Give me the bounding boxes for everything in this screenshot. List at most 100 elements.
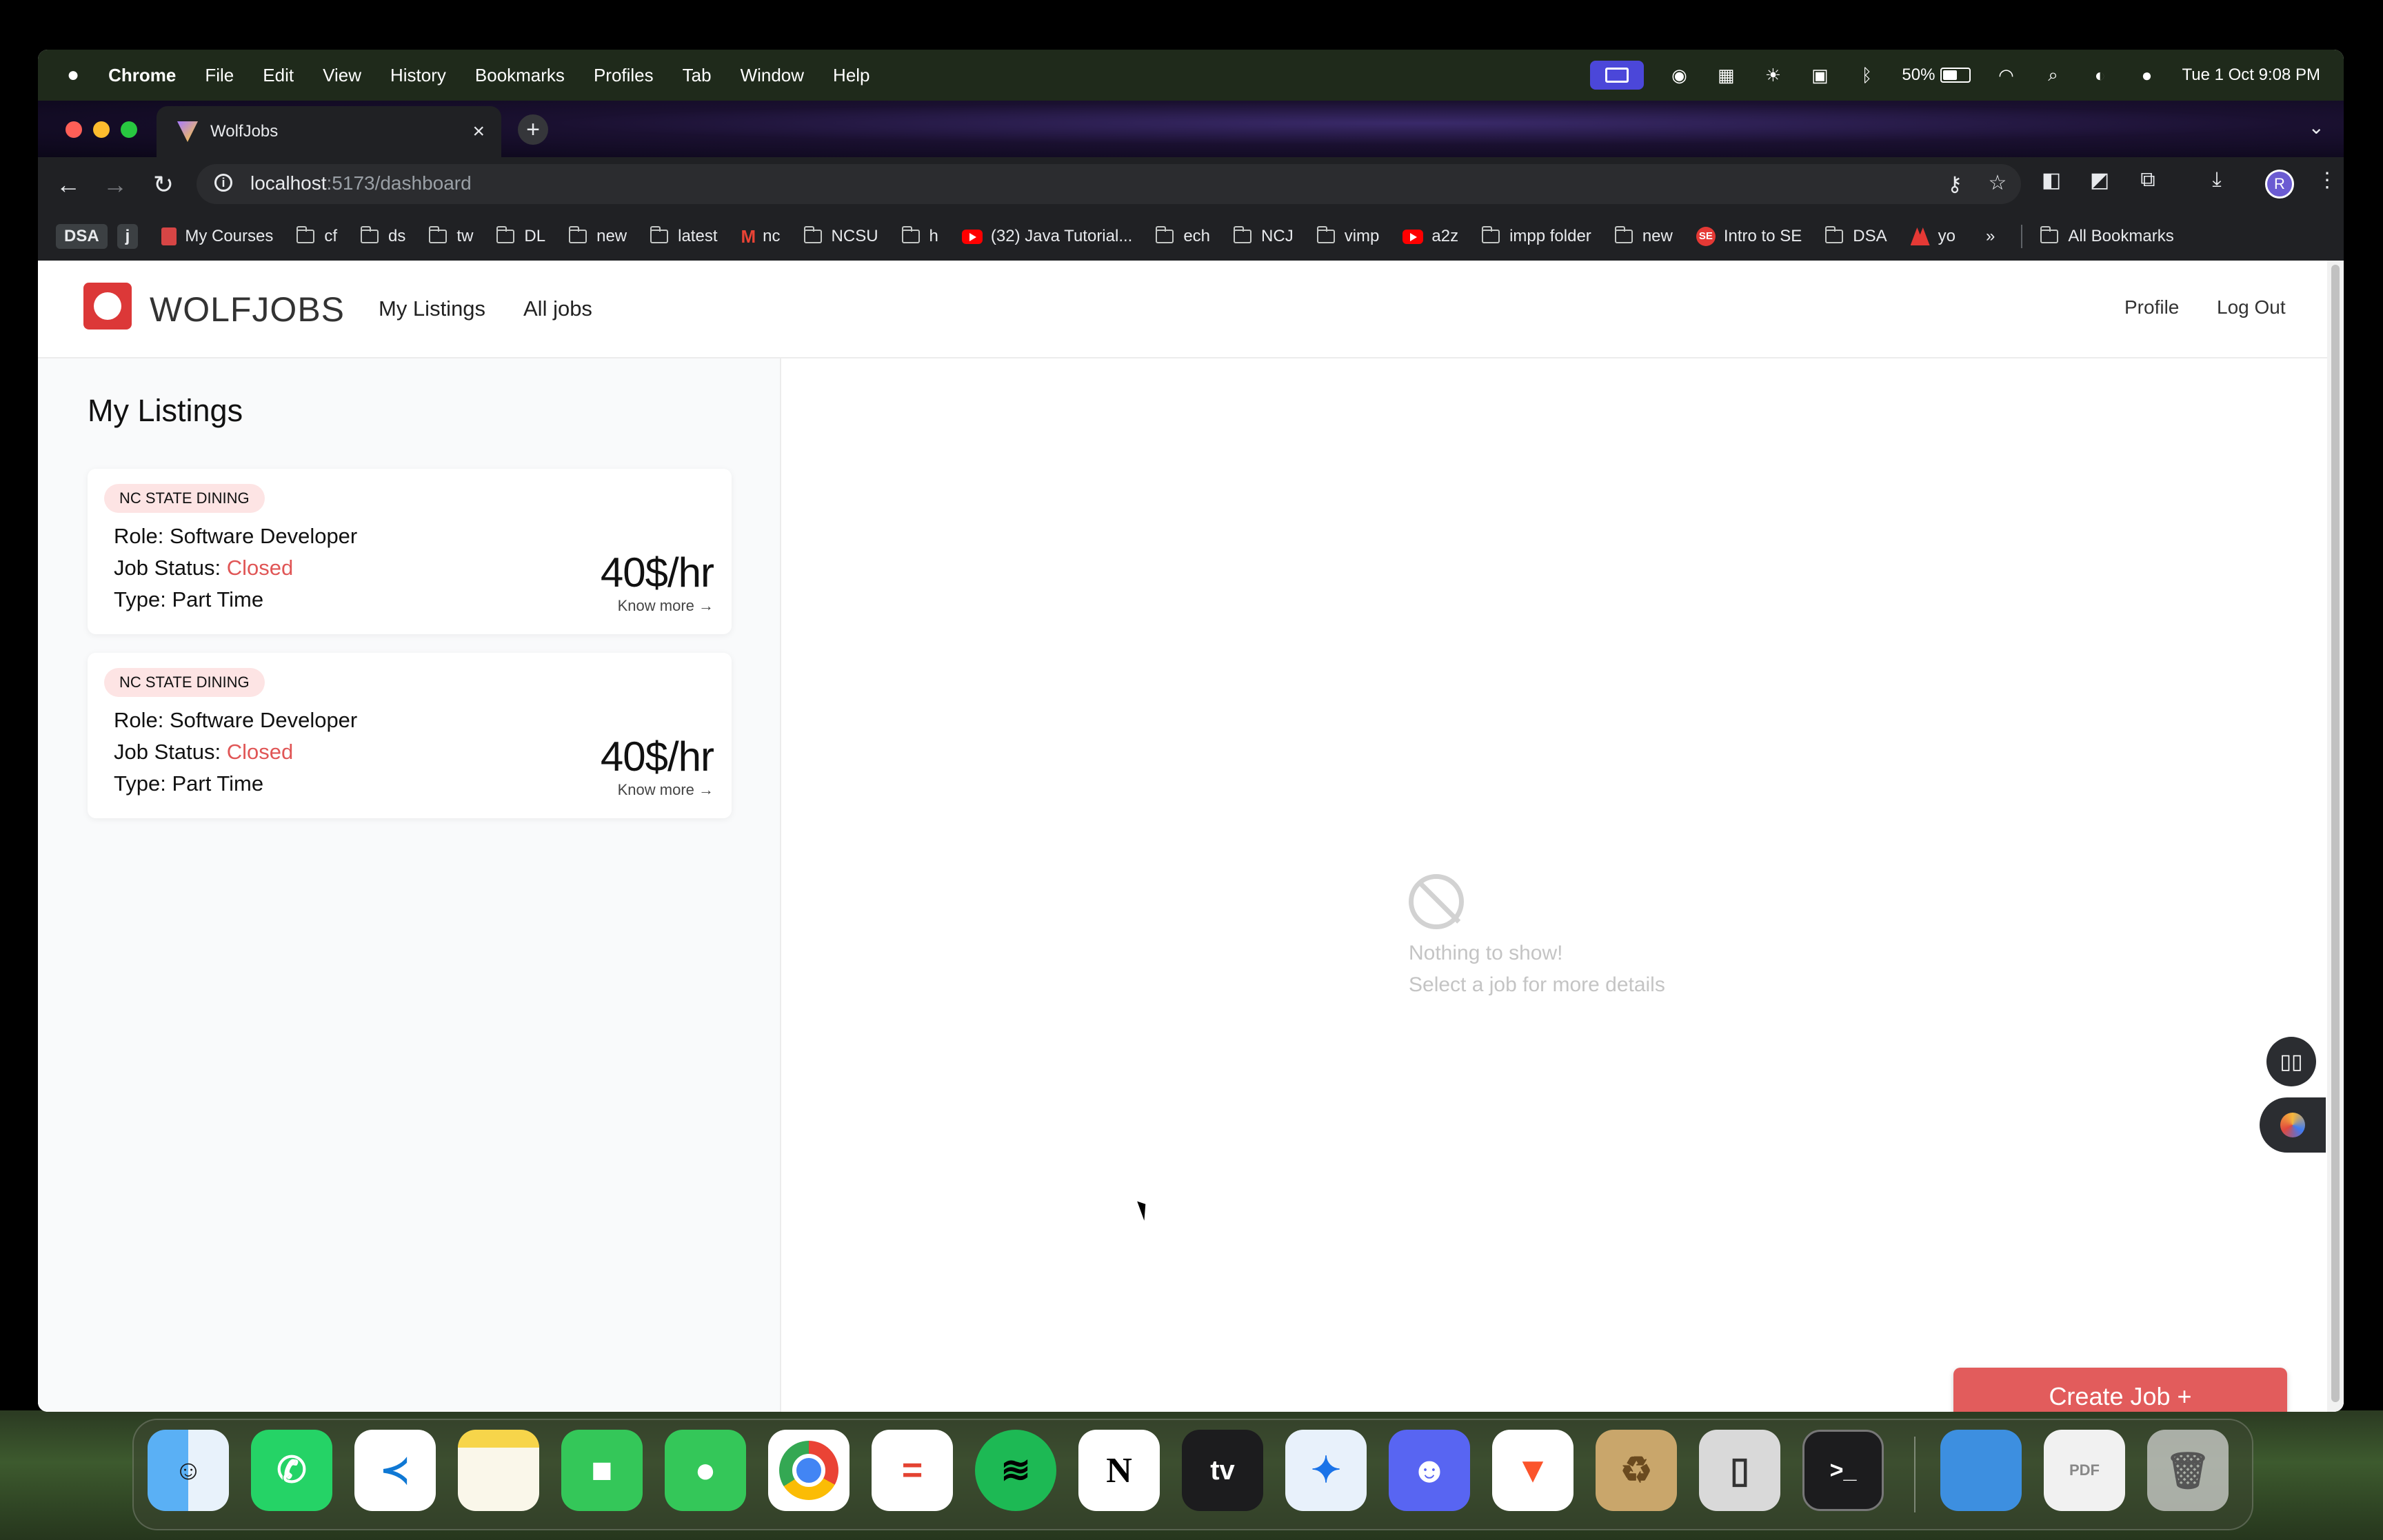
job-card[interactable]: NC STATE DINING Role: Software Developer… (88, 469, 732, 634)
brightness-icon[interactable]: ☀ (1761, 65, 1784, 85)
back-icon[interactable]: ← (53, 170, 83, 200)
trash-icon[interactable]: 🗑 (2147, 1430, 2229, 1511)
bookmark-folder-tw[interactable]: tw (429, 226, 473, 246)
password-key-icon[interactable]: ⚷ (1941, 172, 1969, 196)
vscode-icon[interactable]: ≺ (354, 1430, 436, 1511)
menu-profiles[interactable]: Profiles (594, 65, 654, 86)
bookmark-yo[interactable]: yo (1910, 227, 1955, 246)
close-window-button[interactable] (66, 121, 82, 138)
bookmark-star-icon[interactable]: ☆ (1984, 171, 2011, 195)
bookmark-folder-ech[interactable]: ech (1156, 226, 1210, 246)
site-info-icon[interactable]: i (214, 174, 232, 192)
job-card[interactable]: NC STATE DINING Role: Software Developer… (88, 653, 732, 818)
folder-icon[interactable] (1940, 1430, 2022, 1511)
extension-1-icon[interactable]: ◧ (2038, 168, 2065, 192)
display-icon[interactable]: ▣ (1808, 65, 1831, 85)
bookmark-a2z[interactable]: a2z (1402, 227, 1458, 246)
bookmark-dsa-chip[interactable]: DSA (56, 224, 108, 249)
bookmark-java-tutorial[interactable]: (32) Java Tutorial... (961, 227, 1132, 246)
todoist-icon[interactable]: = (872, 1430, 953, 1511)
bookmark-folder-new-2[interactable]: new (1614, 226, 1673, 246)
url-text[interactable]: localhost:5173/dashboard (250, 172, 472, 194)
record-icon[interactable]: ◉ (1667, 65, 1691, 85)
spotlight-search-icon[interactable]: ⌕ (2041, 64, 2064, 85)
appletv-icon[interactable]: tv (1182, 1430, 1263, 1511)
menu-history[interactable]: History (390, 65, 446, 86)
nav-profile[interactable]: Profile (2124, 296, 2179, 318)
downloads-icon[interactable]: ⤓ (2203, 168, 2231, 192)
assistant-orb-icon[interactable] (2260, 1097, 2326, 1153)
chrome-menu-icon[interactable]: ⋮ (2313, 168, 2341, 192)
bluetooth-icon[interactable]: ᛒ (1855, 65, 1878, 85)
archive-utility-icon[interactable]: ♻ (1596, 1430, 1677, 1511)
terminal-icon[interactable]: >_ (1802, 1430, 1884, 1511)
bookmark-folder-vimp[interactable]: vimp (1316, 226, 1379, 246)
safari-icon[interactable]: ✦ (1285, 1430, 1367, 1511)
bookmark-folder-h[interactable]: h (901, 226, 938, 246)
bookmark-folder-dl[interactable]: DL (496, 226, 545, 246)
extension-2-icon[interactable]: ◩ (2086, 168, 2113, 192)
create-job-button[interactable]: Create Job + (1953, 1368, 2287, 1412)
menu-window[interactable]: Window (741, 65, 804, 86)
menu-bookmarks[interactable]: Bookmarks (475, 65, 565, 86)
bookmark-folder-ds[interactable]: ds (361, 226, 405, 246)
tab-search-chevron-icon[interactable]: ⌄ (2309, 116, 2324, 139)
know-more-link[interactable]: Know more → (618, 597, 714, 615)
know-more-link[interactable]: Know more → (618, 781, 714, 799)
bookmark-intro-to-se[interactable]: SE Intro to SE (1696, 227, 1802, 246)
finder-icon[interactable]: ☺ (148, 1430, 229, 1511)
notes-icon[interactable] (458, 1430, 539, 1511)
iphone-mirroring-icon[interactable]: ▯ (1699, 1430, 1780, 1511)
forward-icon[interactable]: → (100, 170, 130, 200)
nav-all-jobs[interactable]: All jobs (523, 296, 592, 321)
menu-edit[interactable]: Edit (263, 65, 294, 86)
bookmark-all-bookmarks[interactable]: All Bookmarks (2040, 226, 2174, 246)
facetime-icon[interactable]: ■ (561, 1430, 643, 1511)
nav-logout[interactable]: Log Out (2217, 296, 2286, 318)
bookmark-gmail-nc[interactable]: Mnc (741, 226, 781, 247)
address-bar[interactable]: i localhost:5173/dashboard ⚷ ☆ (197, 164, 2021, 204)
reader-mode-icon[interactable]: ▯▯ (2266, 1037, 2316, 1086)
bookmark-my-courses[interactable]: My Courses (161, 227, 273, 246)
discord-icon[interactable]: ☻ (1389, 1430, 1470, 1511)
spotify-icon[interactable]: ≋ (975, 1430, 1056, 1511)
menu-file[interactable]: File (205, 65, 234, 86)
tab-close-icon[interactable]: × (472, 120, 485, 143)
battery-status[interactable]: 50% (1902, 65, 1971, 85)
bookmark-folder-latest[interactable]: latest (650, 226, 718, 246)
menu-app-name[interactable]: Chrome (108, 65, 176, 86)
chrome-icon[interactable] (768, 1430, 849, 1511)
siri-icon[interactable]: ● (2135, 65, 2158, 85)
notion-icon[interactable]: N (1078, 1430, 1160, 1511)
bookmark-j-chip[interactable]: j (117, 224, 139, 249)
menu-tab[interactable]: Tab (683, 65, 712, 86)
new-tab-button[interactable]: + (518, 114, 548, 145)
menu-help[interactable]: Help (833, 65, 869, 86)
control-center-icon[interactable]: ◐ (2088, 65, 2111, 85)
screen-share-icon[interactable] (1590, 61, 1645, 90)
brave-icon[interactable]: ▼ (1492, 1430, 1573, 1511)
scrollbar-thumb[interactable] (2331, 265, 2340, 1402)
extensions-puzzle-icon[interactable]: ⧉ (2134, 168, 2162, 192)
reload-icon[interactable]: ↻ (148, 170, 179, 200)
bookmark-folder-new[interactable]: new (569, 226, 627, 246)
zoom-window-button[interactable] (121, 121, 137, 138)
tab-wolfjobs[interactable]: WolfJobs × (157, 106, 501, 157)
brand-name[interactable]: WOLFJOBS (150, 290, 345, 330)
bookmark-folder-ncj[interactable]: NCJ (1234, 226, 1294, 246)
more-bookmarks-icon[interactable]: » (1986, 227, 1995, 246)
nav-my-listings[interactable]: My Listings (379, 296, 485, 321)
menubar-clock[interactable]: Tue 1 Oct 9:08 PM (2182, 65, 2320, 85)
bookmark-folder-ncsu[interactable]: NCSU (803, 226, 878, 246)
bookmark-folder-cf[interactable]: cf (296, 226, 337, 246)
menu-view[interactable]: View (323, 65, 361, 86)
wolfjobs-logo-icon[interactable] (83, 283, 132, 330)
profile-avatar[interactable]: R (2265, 170, 2294, 199)
bookmark-folder-impp[interactable]: impp folder (1482, 226, 1591, 246)
pdf-file-icon[interactable]: PDF (2044, 1430, 2125, 1511)
wifi-icon[interactable]: ◠ (1994, 65, 2018, 85)
messages-icon[interactable]: ● (665, 1430, 746, 1511)
whatsapp-icon[interactable]: ✆ (251, 1430, 332, 1511)
keyboard-icon[interactable]: ▦ (1714, 65, 1738, 85)
bookmark-folder-dsa[interactable]: DSA (1825, 226, 1887, 246)
